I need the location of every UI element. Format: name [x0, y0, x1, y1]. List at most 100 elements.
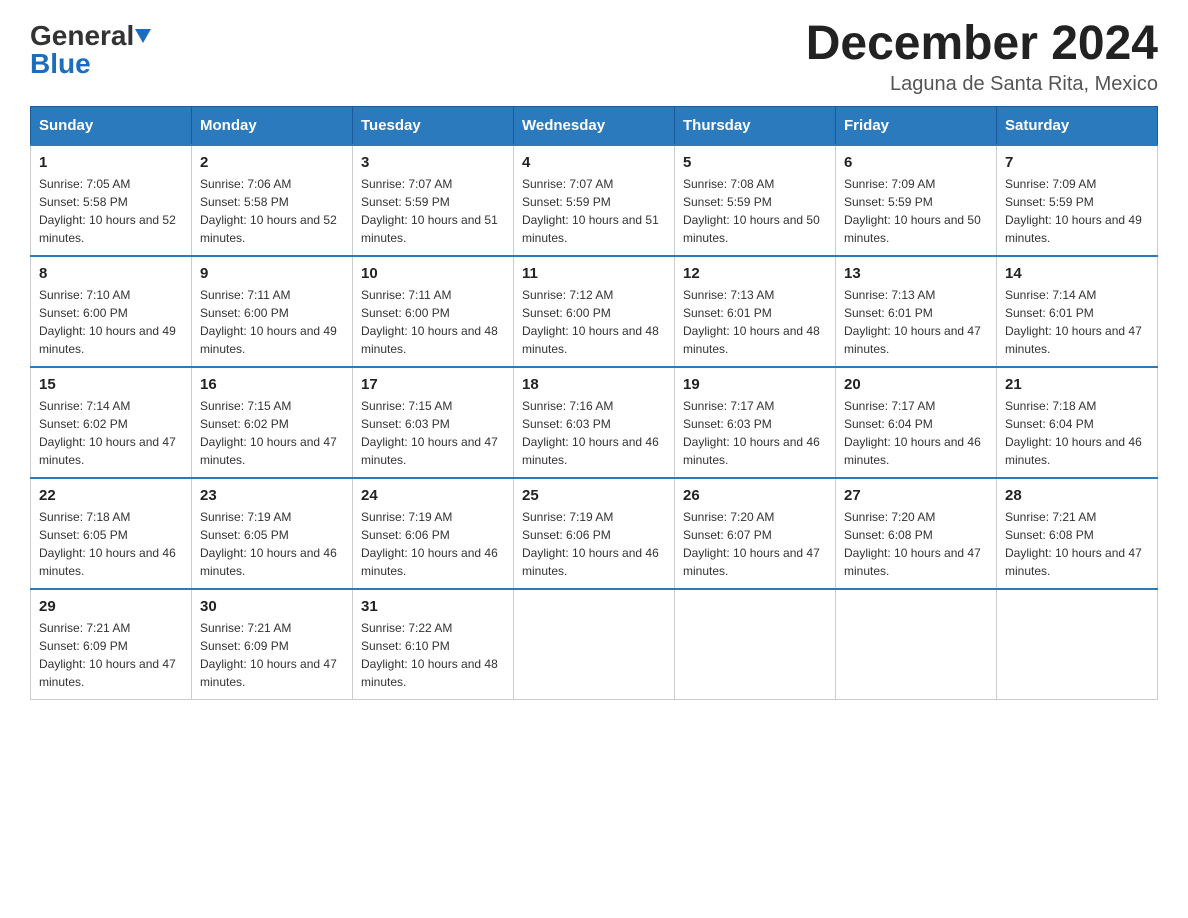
- calendar-day-cell: 17Sunrise: 7:15 AMSunset: 6:03 PMDayligh…: [353, 367, 514, 478]
- calendar-day-cell: 18Sunrise: 7:16 AMSunset: 6:03 PMDayligh…: [514, 367, 675, 478]
- sunrise-text: Sunrise: 7:22 AM: [361, 621, 452, 635]
- calendar-day-cell: 8Sunrise: 7:10 AMSunset: 6:00 PMDaylight…: [31, 256, 192, 367]
- day-info: Sunrise: 7:21 AMSunset: 6:09 PMDaylight:…: [200, 619, 344, 691]
- daylight-text: Daylight: 10 hours and 47 minutes.: [200, 435, 337, 467]
- day-info: Sunrise: 7:15 AMSunset: 6:03 PMDaylight:…: [361, 397, 505, 469]
- day-number: 12: [683, 265, 827, 282]
- day-info: Sunrise: 7:19 AMSunset: 6:06 PMDaylight:…: [522, 508, 666, 580]
- daylight-text: Daylight: 10 hours and 48 minutes.: [361, 657, 498, 689]
- daylight-text: Daylight: 10 hours and 46 minutes.: [522, 435, 659, 467]
- day-info: Sunrise: 7:13 AMSunset: 6:01 PMDaylight:…: [844, 286, 988, 358]
- calendar-week-row: 22Sunrise: 7:18 AMSunset: 6:05 PMDayligh…: [31, 478, 1158, 589]
- sunrise-text: Sunrise: 7:19 AM: [522, 510, 613, 524]
- calendar-day-cell: 30 Sunrise: 7:21 AMSunset: 6:09 PMDayligh…: [192, 589, 353, 700]
- day-info: Sunrise: 7:06 AMSunset: 5:58 PMDaylight:…: [200, 175, 344, 247]
- calendar-week-row: 15 Sunrise: 7:14 AM Sunset: 6:02 PM Dayligh…: [31, 367, 1158, 478]
- daylight-text: Daylight: 10 hours and 52 minutes.: [200, 213, 337, 245]
- sunset-text: Sunset: 6:09 PM: [39, 639, 128, 653]
- daylight-text: Daylight: 10 hours and 50 minutes.: [683, 213, 820, 245]
- sunset-text: Sunset: 5:59 PM: [1005, 195, 1094, 209]
- sunrise-text: Sunrise: 7:13 AM: [844, 288, 935, 302]
- daylight-text: Daylight: 10 hours and 47 minutes.: [200, 657, 337, 689]
- day-number: 26: [683, 487, 827, 504]
- sunrise-text: Sunrise: 7:19 AM: [200, 510, 291, 524]
- sunset-text: Sunset: 6:03 PM: [522, 417, 611, 431]
- sunset-text: Sunset: 6:02 PM: [39, 417, 128, 431]
- daylight-text: Daylight: 10 hours and 47 minutes.: [1005, 546, 1142, 578]
- daylight-text: Daylight: 10 hours and 47 minutes.: [844, 324, 981, 356]
- day-info: Sunrise: 7:07 AMSunset: 5:59 PMDaylight:…: [522, 175, 666, 247]
- calendar-table: SundayMondayTuesdayWednesdayThursdayFrid…: [30, 106, 1158, 700]
- calendar-day-cell: 19Sunrise: 7:17 AMSunset: 6:03 PMDayligh…: [675, 367, 836, 478]
- calendar-day-cell: [514, 589, 675, 700]
- sunset-text: Sunset: 6:01 PM: [1005, 306, 1094, 320]
- day-number: 29: [39, 598, 183, 615]
- sunrise-text: Sunrise: 7:11 AM: [361, 288, 452, 302]
- daylight-text: Daylight: 10 hours and 47 minutes.: [39, 657, 176, 689]
- day-number: 16: [200, 376, 344, 393]
- calendar-day-cell: 29 Sunrise: 7:21 AMSunset: 6:09 PMDayligh…: [31, 589, 192, 700]
- day-number: 25: [522, 487, 666, 504]
- title-section: December 2024 Laguna de Santa Rita, Mexi…: [806, 20, 1158, 96]
- sunset-text: Sunset: 5:59 PM: [844, 195, 933, 209]
- sunrise-text: Sunrise: 7:17 AM: [844, 399, 935, 413]
- calendar-day-cell: 14Sunrise: 7:14 AMSunset: 6:01 PMDayligh…: [997, 256, 1158, 367]
- sunrise-text: Sunrise: 7:15 AM: [361, 399, 452, 413]
- sunrise-text: Sunrise: 7:15 AM: [200, 399, 291, 413]
- sunset-text: Sunset: 6:05 PM: [39, 528, 128, 542]
- sunrise-text: Sunrise: 7:16 AM: [522, 399, 613, 413]
- sunrise-text: Sunrise: 7:11 AM: [200, 288, 291, 302]
- day-number: 31: [361, 598, 505, 615]
- page-header: General Blue December 2024 Laguna de San…: [30, 20, 1158, 96]
- daylight-text: Daylight: 10 hours and 49 minutes.: [200, 324, 337, 356]
- sunset-text: Sunset: 6:03 PM: [361, 417, 450, 431]
- sunset-text: Sunset: 5:59 PM: [522, 195, 611, 209]
- sunrise-text: Sunrise: 7:17 AM: [683, 399, 774, 413]
- calendar-day-cell: [675, 589, 836, 700]
- sunset-text: Sunset: 6:05 PM: [200, 528, 289, 542]
- month-year-title: December 2024: [806, 20, 1158, 68]
- sunset-text: Sunset: 6:00 PM: [39, 306, 128, 320]
- logo-blue: Blue: [30, 48, 91, 80]
- day-number: 21: [1005, 376, 1149, 393]
- calendar-week-row: 8Sunrise: 7:10 AMSunset: 6:00 PMDaylight…: [31, 256, 1158, 367]
- sunrise-text: Sunrise: 7:18 AM: [1005, 399, 1096, 413]
- sunrise-text: Sunrise: 7:09 AM: [844, 177, 935, 191]
- sunrise-text: Sunrise: 7:14 AM: [39, 399, 130, 413]
- calendar-day-cell: 27Sunrise: 7:20 AMSunset: 6:08 PMDayligh…: [836, 478, 997, 589]
- daylight-text: Daylight: 10 hours and 47 minutes.: [683, 546, 820, 578]
- day-number: 10: [361, 265, 505, 282]
- calendar-day-cell: 25 Sunrise: 7:19 AMSunset: 6:06 PMDayligh…: [514, 478, 675, 589]
- sunset-text: Sunset: 6:03 PM: [683, 417, 772, 431]
- daylight-text: Daylight: 10 hours and 47 minutes.: [844, 546, 981, 578]
- sunset-text: Sunset: 5:59 PM: [683, 195, 772, 209]
- day-info: Sunrise: 7:22 AMSunset: 6:10 PMDaylight:…: [361, 619, 505, 691]
- day-info: Sunrise: 7:21 AMSunset: 6:09 PMDaylight:…: [39, 619, 183, 691]
- sunrise-text: Sunrise: 7:12 AM: [522, 288, 613, 302]
- sunrise-text: Sunrise: 7:07 AM: [361, 177, 452, 191]
- calendar-day-cell: 21Sunrise: 7:18 AMSunset: 6:04 PMDayligh…: [997, 367, 1158, 478]
- sunrise-text: Sunrise: 7:07 AM: [522, 177, 613, 191]
- calendar-day-cell: 2Sunrise: 7:06 AMSunset: 5:58 PMDaylight…: [192, 145, 353, 256]
- sunset-text: Sunset: 5:59 PM: [361, 195, 450, 209]
- sunset-text: Sunset: 6:09 PM: [200, 639, 289, 653]
- daylight-text: Daylight: 10 hours and 52 minutes.: [39, 213, 176, 245]
- day-number: 30: [200, 598, 344, 615]
- day-info: Sunrise: 7:14 AM Sunset: 6:02 PM Daylight:…: [39, 397, 183, 469]
- calendar-day-cell: [997, 589, 1158, 700]
- daylight-text: Daylight: 10 hours and 47 minutes.: [39, 435, 176, 467]
- daylight-text: Daylight: 10 hours and 48 minutes.: [522, 324, 659, 356]
- sunrise-text: Sunrise: 7:20 AM: [683, 510, 774, 524]
- daylight-text: Daylight: 10 hours and 46 minutes.: [1005, 435, 1142, 467]
- sunset-text: Sunset: 6:07 PM: [683, 528, 772, 542]
- calendar-day-cell: [836, 589, 997, 700]
- day-number: 15: [39, 376, 183, 393]
- day-number: 3: [361, 154, 505, 171]
- day-info: Sunrise: 7:16 AM Sunset: 6:03 PM Daylight:…: [522, 397, 666, 469]
- day-info: Sunrise: 7:20 AM Sunset: 6:07 PM Daylight:…: [683, 508, 827, 580]
- calendar-day-cell: 12Sunrise: 7:13 AMSunset: 6:01 PMDayligh…: [675, 256, 836, 367]
- calendar-day-cell: 20Sunrise: 7:17 AMSunset: 6:04 PMDayligh…: [836, 367, 997, 478]
- daylight-text: Daylight: 10 hours and 47 minutes.: [1005, 324, 1142, 356]
- daylight-text: Daylight: 10 hours and 50 minutes.: [844, 213, 981, 245]
- logo: General Blue: [30, 20, 151, 80]
